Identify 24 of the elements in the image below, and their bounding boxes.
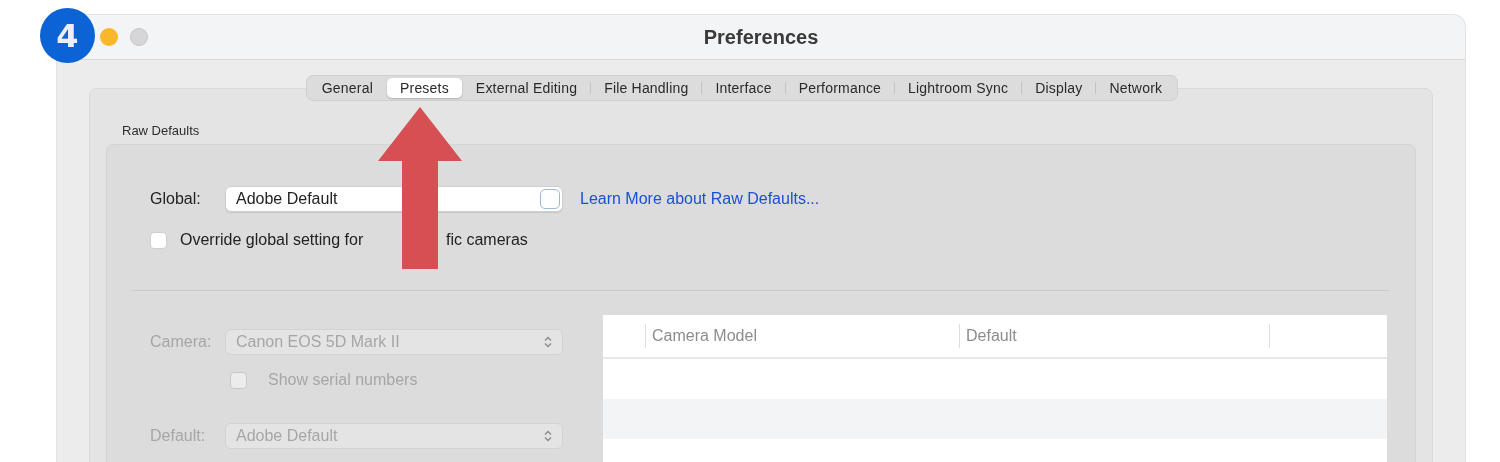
tab[interactable]: Performance [785,78,895,98]
checkbox[interactable] [150,231,167,249]
tab[interactable]: Lightroom Sync [895,78,1022,98]
tab[interactable]: Interface [702,78,785,98]
column-header: Camera Model [645,324,959,348]
up-down-chevron-icon [544,430,552,442]
checkbox-label: fic cameras [446,231,528,249]
tab[interactable]: Presets [387,78,462,98]
tab[interactable]: External Editing [462,78,591,98]
learn-more-link[interactable]: Learn More about Raw Defaults... [580,190,820,208]
column-header: Default [959,324,1269,348]
tab[interactable]: Network [1096,78,1176,98]
section-title: Raw Defaults [122,123,200,138]
zoom-button[interactable] [130,28,148,46]
tab[interactable]: Display [1022,78,1096,98]
dropdown-toggle-icon [540,189,560,209]
step-number-badge: 4 [40,8,95,63]
tab[interactable]: File Handling [591,78,702,98]
checkbox-label: Override global setting for [180,231,364,249]
up-down-chevron-icon [544,336,552,348]
tab[interactable]: General [308,78,386,98]
field-label: Global: [149,190,202,208]
window-title: Preferences [703,25,819,49]
minimize-button[interactable] [100,28,118,46]
